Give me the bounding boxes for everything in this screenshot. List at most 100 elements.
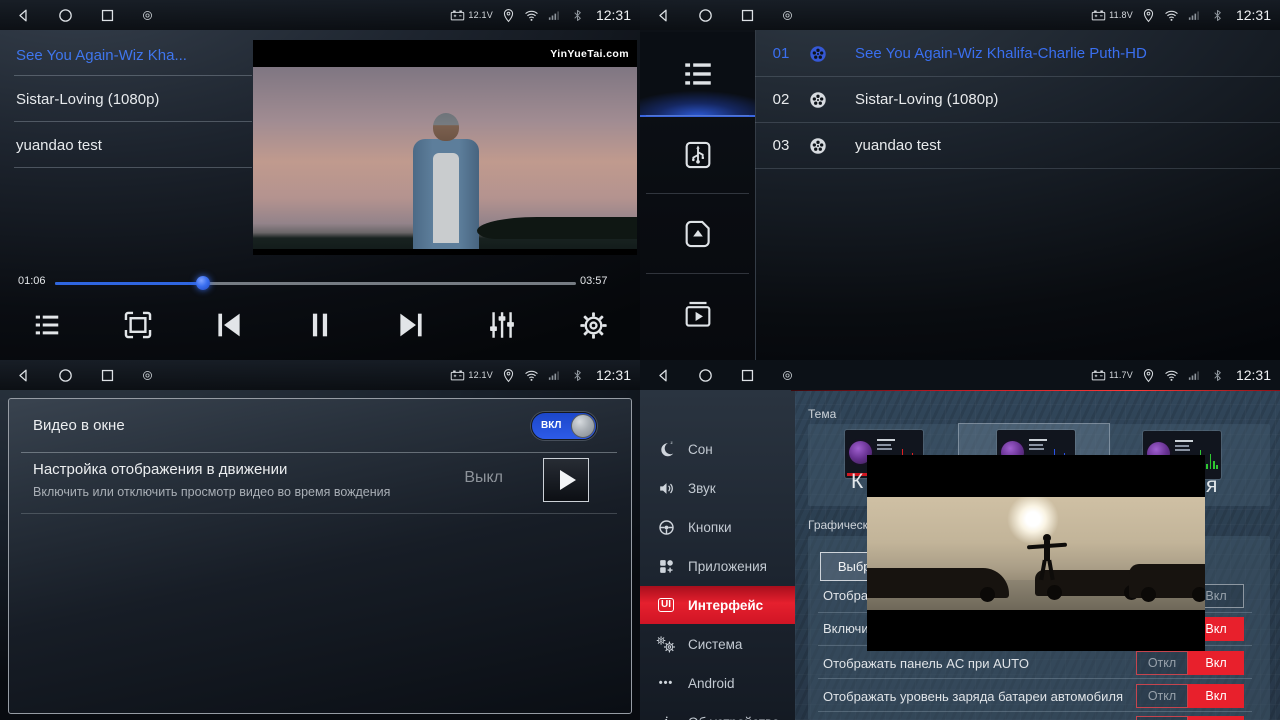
speaker-icon — [656, 478, 676, 498]
home-icon[interactable] — [697, 367, 714, 384]
option-on-button[interactable] — [1188, 716, 1244, 720]
option-on-button[interactable]: Вкл — [1188, 684, 1244, 708]
toggle-on-label: ВКЛ — [541, 420, 561, 431]
motion-play-button[interactable] — [543, 458, 589, 502]
recents-icon[interactable] — [99, 7, 116, 24]
sidebar-item-buttons[interactable]: Кнопки — [640, 508, 795, 546]
media-row[interactable]: 03 yuandao test — [755, 123, 1280, 168]
sidebar-label: Система — [688, 637, 742, 652]
status-indicators: 11.8V 12:31 — [1091, 7, 1280, 23]
sidebar-label: Android — [688, 676, 735, 691]
playlist-button[interactable] — [25, 303, 69, 347]
sidebar-label: Сон — [688, 442, 713, 457]
sidebar-item-playlist[interactable] — [640, 32, 755, 117]
location-icon — [501, 8, 516, 23]
sidebar-item-about[interactable]: i Об устройстве — [640, 703, 795, 720]
floating-video-window[interactable] — [867, 455, 1205, 651]
playlist-item-label: See You Again-Wiz Kha... — [16, 47, 187, 64]
row-number: 02 — [755, 91, 807, 108]
ellipsis-icon: ••• — [656, 673, 676, 693]
screenshot-icon[interactable] — [141, 9, 154, 22]
home-icon[interactable] — [697, 7, 714, 24]
media-title: Sistar-Loving (1080p) — [855, 91, 998, 108]
media-row[interactable]: 02 Sistar-Loving (1080p) — [755, 77, 1280, 122]
info-icon: i — [656, 712, 676, 720]
playlist-item[interactable]: yuandao test — [16, 130, 252, 160]
previous-icon — [212, 308, 246, 342]
playlist-item[interactable]: Sistar-Loving (1080p) — [16, 84, 252, 114]
back-icon[interactable] — [655, 367, 672, 384]
video-scene — [867, 497, 1205, 610]
nav-buttons — [640, 367, 794, 384]
settings-button[interactable] — [571, 303, 615, 347]
toggle-knob — [571, 414, 595, 438]
source-sidebar — [640, 30, 756, 360]
option-off-button[interactable] — [1136, 716, 1188, 720]
media-row[interactable]: 01 See You Again-Wiz Khalifa-Charlie Put… — [755, 31, 1280, 76]
film-reel-icon — [807, 89, 829, 111]
sidebar-item-interface[interactable]: UI Интерфейс — [640, 586, 795, 624]
sidebar-item-sdcard[interactable] — [640, 194, 755, 273]
video-in-window-toggle[interactable]: ВКЛ — [531, 412, 597, 440]
car-silhouette — [867, 568, 1009, 598]
sidebar-item-system[interactable]: Система — [640, 625, 795, 663]
quadrant-ui-settings: 11.7V 12:31 Сон Звук Кнопки Приложения U… — [640, 360, 1280, 720]
screenshot-icon[interactable] — [781, 9, 794, 22]
car-silhouette — [1129, 564, 1205, 598]
sidebar-item-video-library[interactable] — [640, 274, 755, 353]
next-button[interactable] — [389, 303, 433, 347]
option-off-button[interactable]: Откл — [1136, 651, 1188, 675]
seek-bar[interactable] — [55, 282, 576, 285]
sidebar-item-sleep[interactable]: Сон — [640, 430, 795, 468]
bluetooth-icon — [570, 368, 585, 383]
option-off-button[interactable]: Откл — [1136, 684, 1188, 708]
seek-thumb[interactable] — [196, 276, 210, 290]
nav-buttons — [0, 7, 154, 24]
singer-silhouette — [411, 113, 481, 249]
sidebar-item-usb[interactable] — [640, 116, 755, 193]
equalizer-button[interactable] — [480, 303, 524, 347]
moon-icon — [656, 439, 676, 459]
gears-icon — [656, 634, 676, 654]
status-indicators: 11.7V 12:31 — [1091, 367, 1280, 383]
video-surface[interactable]: YinYueTai.com — [253, 40, 637, 255]
sidebar-item-apps[interactable]: Приложения — [640, 547, 795, 585]
previous-button[interactable] — [207, 303, 251, 347]
gear-icon — [578, 310, 609, 341]
sd-card-icon — [681, 217, 715, 251]
steering-wheel-icon — [656, 517, 676, 537]
screenshot-icon[interactable] — [141, 369, 154, 382]
back-icon[interactable] — [15, 7, 32, 24]
fullscreen-button[interactable] — [116, 303, 160, 347]
status-bar: 12.1V 12:31 — [0, 0, 640, 30]
wifi-icon — [524, 368, 539, 383]
divider — [755, 168, 1280, 169]
recents-icon[interactable] — [739, 367, 756, 384]
recents-icon[interactable] — [99, 367, 116, 384]
divider — [14, 167, 252, 168]
option-label: Отображать панель AC при AUTO — [823, 656, 1029, 671]
wifi-icon — [1164, 368, 1179, 383]
screenshot-icon[interactable] — [781, 369, 794, 382]
back-icon[interactable] — [655, 7, 672, 24]
sidebar-item-sound[interactable]: Звук — [640, 469, 795, 507]
sidebar-item-android[interactable]: ••• Android — [640, 664, 795, 702]
battery-icon — [1091, 8, 1106, 23]
status-indicators: 12.1V 12:31 — [450, 7, 640, 23]
option-label: Отображать уровень заряда батареи автомо… — [823, 689, 1123, 704]
home-icon[interactable] — [57, 367, 74, 384]
back-icon[interactable] — [15, 367, 32, 384]
play-icon — [560, 470, 576, 490]
sidebar-label: Кнопки — [688, 520, 732, 535]
list-icon — [681, 57, 715, 91]
home-icon[interactable] — [57, 7, 74, 24]
settings-panel: Видео в окне ВКЛ Настройка отображения в… — [8, 398, 632, 714]
location-icon — [1141, 8, 1156, 23]
recents-icon[interactable] — [739, 7, 756, 24]
pause-button[interactable] — [298, 303, 342, 347]
elapsed-time: 01:06 — [18, 275, 46, 287]
nav-buttons — [640, 7, 794, 24]
clock: 12:31 — [1236, 7, 1271, 23]
playlist-item[interactable]: See You Again-Wiz Kha... — [16, 40, 252, 70]
option-on-button[interactable]: Вкл — [1188, 651, 1244, 675]
